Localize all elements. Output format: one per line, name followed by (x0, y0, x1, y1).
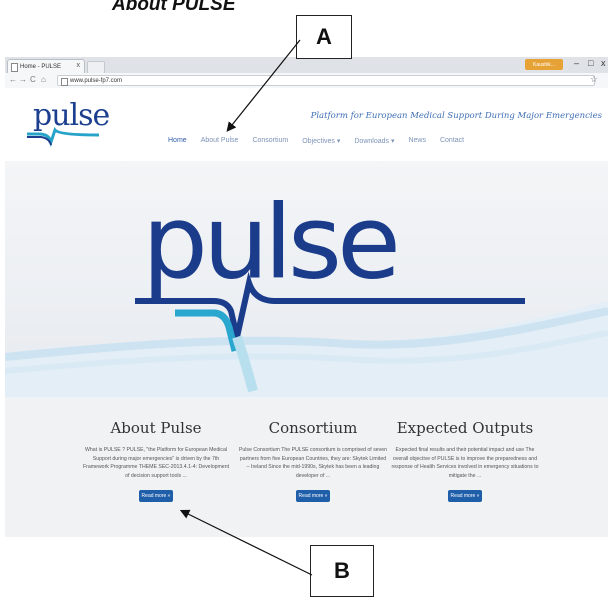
about-pulse-column: About Pulse What is PULSE ? PULSE, "the … (81, 419, 231, 502)
column-heading: About Pulse (110, 419, 202, 437)
maximize-button[interactable]: □ (588, 58, 593, 68)
bookmark-star-icon[interactable]: ☆ (590, 74, 598, 85)
profile-button[interactable]: Kaushik... (525, 59, 563, 70)
close-window-button[interactable]: x (601, 58, 606, 68)
info-icon (61, 78, 68, 86)
forward-icon[interactable]: → (19, 75, 27, 84)
column-text: Expected final results and their potenti… (391, 447, 539, 479)
nav-downloads[interactable]: Downloads ▾ (354, 137, 394, 145)
expected-outputs-column: Expected Outputs Expected final results … (390, 419, 540, 502)
page-icon (11, 63, 18, 72)
hero-wave-graphic (5, 271, 608, 397)
home-icon[interactable]: ⌂ (41, 75, 46, 84)
column-heading: Expected Outputs (396, 419, 534, 437)
minimize-button[interactable]: – (574, 58, 579, 68)
url-text: www.pulse-fp7.com (70, 77, 123, 84)
browser-tab[interactable]: Home - PULSE x (7, 59, 85, 73)
pulse-wave-icon (27, 126, 99, 148)
nav-contact[interactable]: Contact (440, 137, 464, 145)
nav-news[interactable]: News (408, 137, 426, 145)
nav-about-pulse[interactable]: About Pulse (201, 137, 239, 145)
site-header: pulse Platform for European Medical Supp… (5, 88, 608, 160)
column-text: What is PULSE ? PULSE, "the Platform for… (82, 447, 230, 479)
address-bar[interactable]: www.pulse-fp7.com (57, 75, 595, 86)
consortium-read-more-button[interactable]: Read more » (296, 490, 330, 502)
address-toolbar: ← → C ⌂ www.pulse-fp7.com ☆ (5, 73, 608, 89)
nav-consortium[interactable]: Consortium (252, 137, 288, 145)
site-logo[interactable]: pulse (27, 98, 110, 148)
site-tagline: Platform for European Medical Support Du… (310, 111, 602, 121)
hero-banner: pulse (5, 161, 608, 397)
nav-home[interactable]: Home (168, 137, 187, 145)
callout-label-b: B (310, 545, 374, 597)
column-text: Pulse Consortium The PULSE consortium is… (238, 447, 388, 479)
back-icon[interactable]: ← (9, 75, 17, 84)
about-read-more-button[interactable]: Read more » (139, 490, 173, 502)
browser-window: Home - PULSE x Kaushik... – □ x ← → C ⌂ … (5, 57, 608, 537)
callout-label-a: A (296, 15, 352, 59)
consortium-column: Consortium Pulse Consortium The PULSE co… (238, 419, 388, 502)
figure-title: About PULSE (112, 0, 236, 15)
column-heading: Consortium (268, 419, 358, 437)
reload-icon[interactable]: C (30, 75, 36, 84)
tab-bar: Home - PULSE x Kaushik... – □ x (5, 57, 608, 74)
main-nav: Home About Pulse Consortium Objectives ▾… (168, 137, 478, 145)
content-section: About Pulse What is PULSE ? PULSE, "the … (5, 397, 608, 537)
tab-close-icon[interactable]: x (77, 62, 81, 69)
outputs-read-more-button[interactable]: Read more » (448, 490, 482, 502)
tab-title: Home - PULSE (20, 63, 62, 70)
nav-objectives[interactable]: Objectives ▾ (302, 137, 340, 145)
